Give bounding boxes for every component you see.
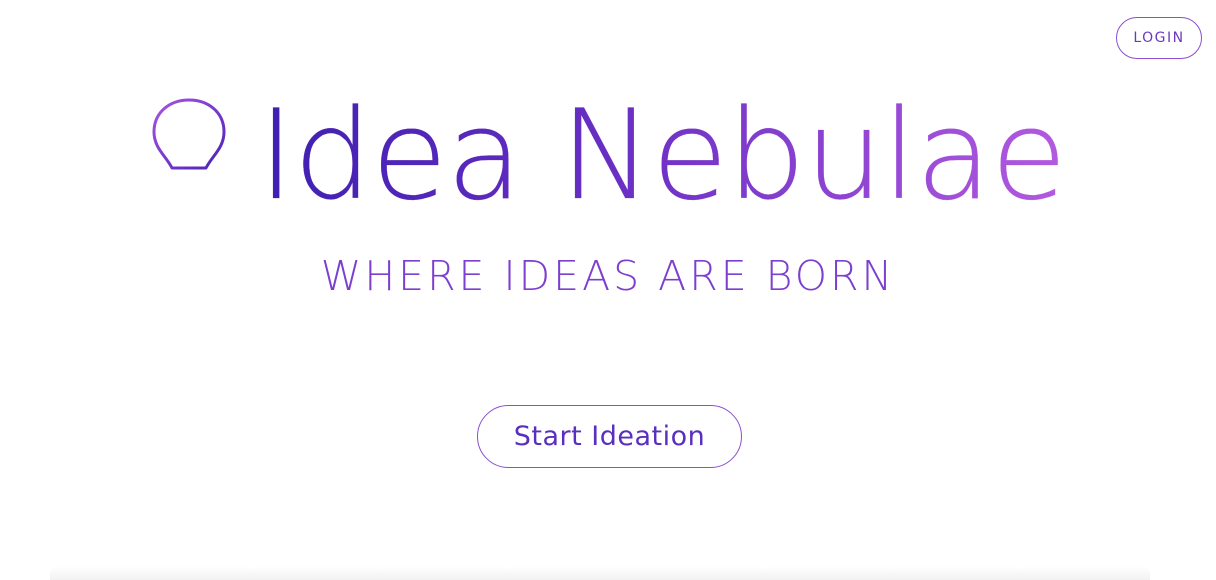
tagline: WHERE IDEAS ARE BORN xyxy=(320,252,896,300)
lightbulb-icon xyxy=(152,98,226,216)
brand-logo: Idea Nebulae xyxy=(0,84,1216,228)
start-ideation-button[interactable]: Start Ideation xyxy=(477,405,742,468)
landing-page: LOGIN Idea Nebulae WHERE IDEAS ARE BORN … xyxy=(0,0,1216,580)
content-panel-edge xyxy=(50,566,1150,580)
brand-title: Idea Nebulae xyxy=(257,84,1067,228)
login-button[interactable]: LOGIN xyxy=(1116,17,1202,59)
